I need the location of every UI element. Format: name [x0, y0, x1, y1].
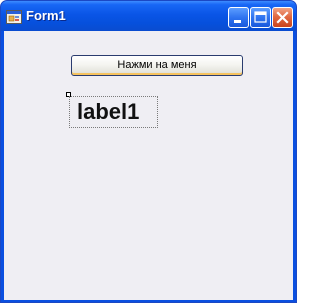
form-client-area: Нажми на меня label1 — [4, 31, 293, 300]
minimize-button[interactable] — [228, 7, 249, 28]
form1-window: Form1 Нажми на меня label1 — [0, 0, 297, 303]
close-button[interactable] — [272, 7, 293, 28]
push-me-button[interactable]: Нажми на меня — [71, 55, 243, 76]
title-bar[interactable]: Form1 — [1, 1, 296, 31]
form-app-icon[interactable] — [6, 10, 22, 24]
minimize-icon — [234, 20, 241, 23]
close-icon — [276, 11, 289, 24]
label1-text: label1 — [69, 96, 158, 128]
maximize-button[interactable] — [250, 7, 271, 28]
maximize-icon — [254, 11, 267, 23]
window-title: Form1 — [26, 8, 66, 23]
